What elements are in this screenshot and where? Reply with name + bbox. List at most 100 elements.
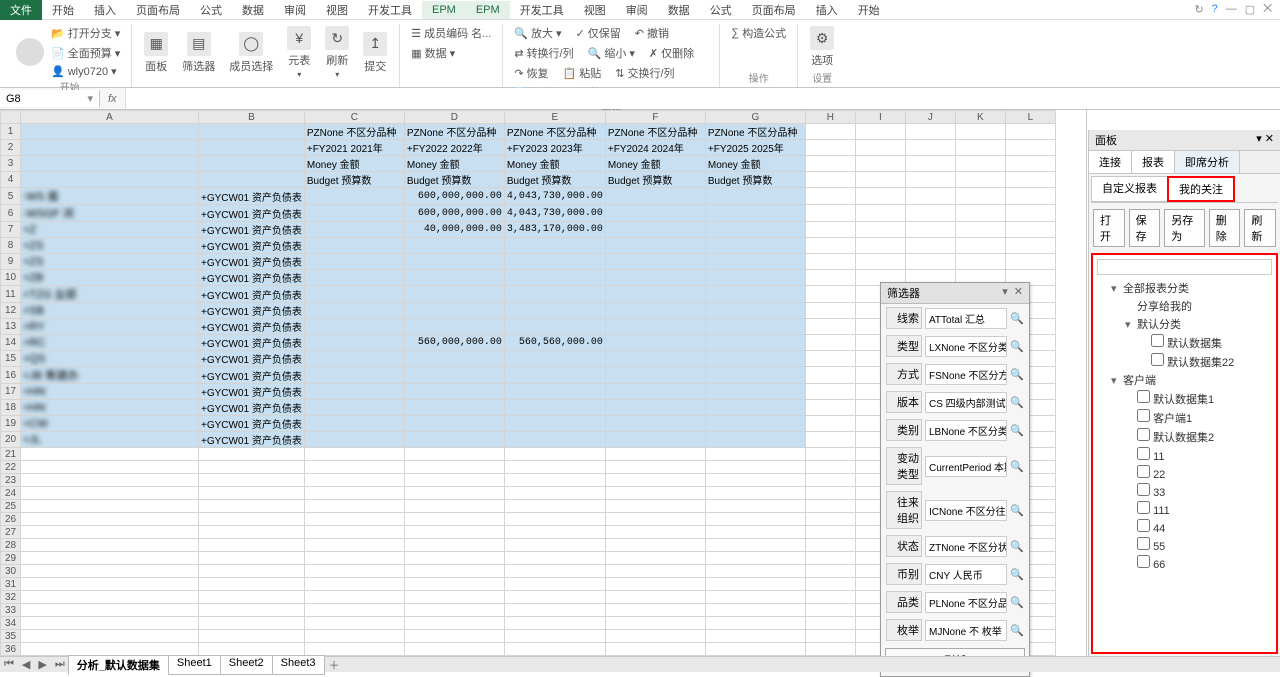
value-cell[interactable] [304,432,404,448]
redo-btn[interactable]: ↷恢复 [511,64,551,82]
row-header[interactable]: 4 [1,172,21,188]
tree-node[interactable]: 默认数据集1 [1111,389,1272,408]
select-all-corner[interactable] [1,111,21,124]
filter-value[interactable]: LBNone 不区分类别 [925,420,1007,441]
row-header[interactable]: 11 [1,286,21,303]
col-header[interactable]: C [304,111,404,124]
tree-twisty-icon[interactable]: ▾ [1111,282,1120,295]
row-header[interactable]: 2 [1,140,21,156]
member-cell[interactable]: +Z [21,222,199,238]
row-header[interactable]: 23 [1,474,21,487]
row-header[interactable]: 20 [1,432,21,448]
value-cell[interactable] [304,270,404,286]
tree-checkbox[interactable] [1137,447,1150,460]
keep-only-btn[interactable]: ✓仅保留 [573,24,624,42]
row-header[interactable]: 6 [1,205,21,222]
account-cell[interactable]: +GYCW01 资产负债表 [199,367,305,384]
filter-value[interactable]: PLNone 不区分品类 [925,592,1007,613]
panel-button[interactable]: 删除 [1209,209,1241,247]
value-cell[interactable]: 560,000,000.00 [404,335,504,351]
menu-页面布局[interactable]: 页面布局 [742,0,806,21]
swap-rc-btn[interactable]: ⇄转换行/列 [511,44,576,62]
menu-item[interactable]: 开始 [42,0,84,21]
row-header[interactable]: 15 [1,351,21,367]
account-cell[interactable]: +GYCW01 资产负债表 [199,286,305,303]
sheet-nav-next[interactable]: ▶ [34,658,50,671]
search-icon[interactable]: 🔍 [1010,312,1024,325]
panel-btn[interactable]: ▦面板 [140,30,172,76]
avatar[interactable] [16,38,44,66]
value-cell[interactable] [404,384,504,400]
account-cell[interactable]: +GYCW01 资产负债表 [199,238,305,254]
member-cell[interactable]: +HN [21,400,199,416]
value-cell[interactable] [304,319,404,335]
panel-button[interactable]: 打开 [1093,209,1125,247]
value-cell[interactable] [504,416,605,432]
file-menu[interactable]: 文件 [0,0,42,20]
value-cell[interactable] [304,286,404,303]
value-cell[interactable] [504,270,605,286]
account-cell[interactable]: +GYCW01 资产负债表 [199,205,305,222]
col-header[interactable]: F [605,111,705,124]
tree-node[interactable]: 分享给我的 [1111,297,1272,315]
help-icon[interactable]: ? [1212,3,1218,16]
value-cell[interactable] [304,400,404,416]
member-cell[interactable]: +TZG 业部 [21,286,199,303]
tree-node[interactable]: 55 [1111,536,1272,554]
row-header[interactable]: 13 [1,319,21,335]
value-cell[interactable] [504,351,605,367]
tree-node[interactable]: 44 [1111,518,1272,536]
undo-btn[interactable]: ↶撤销 [632,24,672,42]
col-header[interactable]: E [504,111,605,124]
account-cell[interactable]: +GYCW01 资产负债表 [199,319,305,335]
menu-开始[interactable]: 开始 [848,0,890,21]
zoom-in-btn[interactable]: 🔍放大▾ [511,24,564,42]
menu-视图[interactable]: 视图 [574,0,616,21]
menu-插入[interactable]: 插入 [806,0,848,21]
tree-twisty-icon[interactable]: ▾ [1125,318,1134,331]
refresh-btn[interactable]: ↻刷新▾ [321,24,353,81]
menu-开发工具[interactable]: 开发工具 [510,0,574,21]
member-select-btn[interactable]: ◯成员选择 [225,30,277,76]
tree-node[interactable]: 33 [1111,482,1272,500]
menu-数据[interactable]: 数据 [658,0,700,21]
account-cell[interactable]: +GYCW01 资产负债表 [199,303,305,319]
menu-item[interactable]: 视图 [316,0,358,21]
sheet-nav-first[interactable]: ⏮ [0,658,18,671]
value-cell[interactable] [504,367,605,384]
menu-公式[interactable]: 公式 [700,0,742,21]
row-header[interactable]: 36 [1,643,21,656]
col-header[interactable]: B [199,111,305,124]
search-icon[interactable]: 🔍 [1010,460,1024,473]
value-cell[interactable] [504,432,605,448]
report-tree[interactable]: ▾全部报表分类分享给我的▾默认分类 默认数据集 默认数据集22▾客户端 默认数据… [1097,279,1272,572]
account-cell[interactable]: +GYCW01 资产负债表 [199,400,305,416]
menu-item[interactable]: 页面布局 [126,0,190,21]
col-header[interactable]: L [1005,111,1055,124]
row-header[interactable]: 24 [1,487,21,500]
member-cell[interactable]: +ZB [21,270,199,286]
col-header[interactable]: I [855,111,905,124]
member-cell[interactable]: -WS 盾 [21,188,199,205]
row-header[interactable]: 22 [1,461,21,474]
col-header[interactable]: D [404,111,504,124]
filter-value[interactable]: ZTNone 不区分状态 [925,536,1007,557]
panel-button[interactable]: 刷新 [1244,209,1276,247]
value-cell[interactable] [304,384,404,400]
value-cell[interactable]: 3,483,170,000.00 [504,222,605,238]
value-cell[interactable] [304,416,404,432]
value-cell[interactable] [304,238,404,254]
panel-dropdown-icon[interactable]: ▾ ✕ [1256,132,1274,148]
row-header[interactable]: 34 [1,617,21,630]
value-cell[interactable] [304,335,404,351]
tuple-btn[interactable]: ¥元表▾ [283,24,315,81]
tree-node[interactable]: 客户端1 [1111,408,1272,427]
member-cell[interactable]: +RY [21,319,199,335]
row-header[interactable]: 31 [1,578,21,591]
value-cell[interactable] [404,351,504,367]
value-cell[interactable] [404,319,504,335]
filter-value[interactable]: ATTotal 汇总 [925,308,1007,329]
settings-btn[interactable]: ⚙选项 [806,24,838,70]
formula-input[interactable] [125,88,1280,109]
name-box[interactable]: G8▾ [0,90,100,107]
